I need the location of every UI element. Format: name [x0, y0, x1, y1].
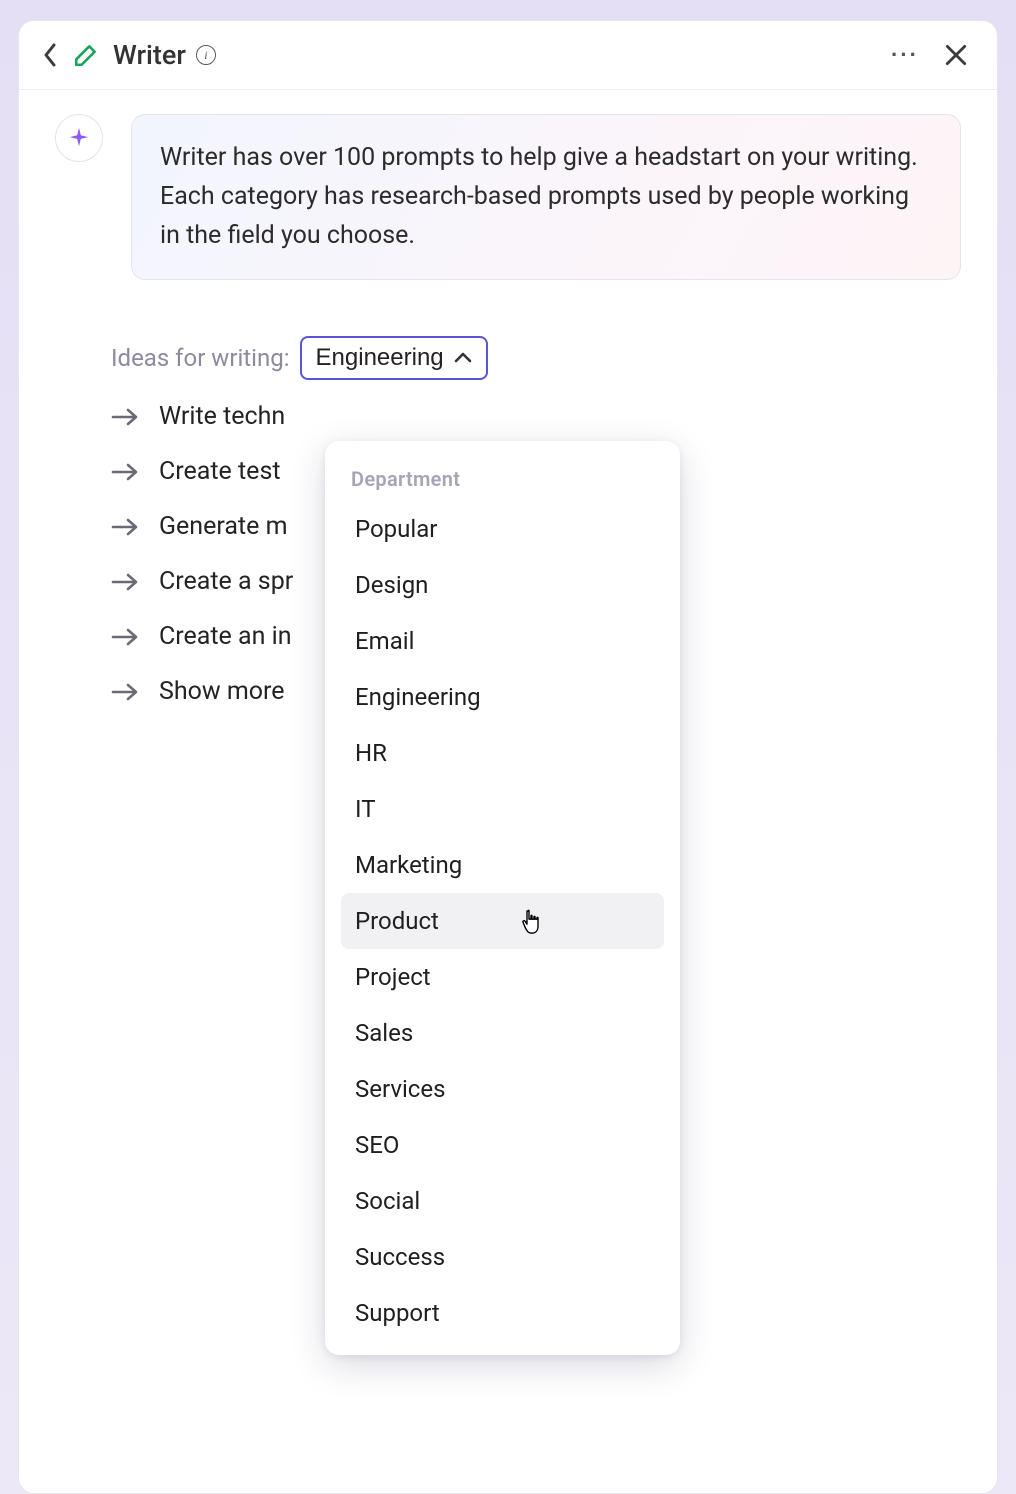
suggestion-label: Write techn	[159, 402, 285, 431]
menu-item-label: Success	[355, 1243, 445, 1271]
menu-item-label: Popular	[355, 515, 437, 543]
arrow-right-icon	[111, 517, 139, 537]
sparkle-icon	[68, 127, 90, 149]
arrow-right-icon	[111, 572, 139, 592]
menu-item-label: Sales	[355, 1019, 413, 1047]
arrow-right-icon	[111, 407, 139, 427]
menu-item-it[interactable]: IT	[341, 781, 664, 837]
ideas-row: Ideas for writing: Engineering	[111, 336, 961, 380]
info-icon[interactable]: i	[196, 45, 216, 65]
arrow-right-icon	[111, 462, 139, 482]
menu-item-label: Design	[355, 571, 428, 599]
suggestion-label: Create an in	[159, 622, 292, 651]
arrow-right-icon	[111, 627, 139, 647]
menu-item-label: Marketing	[355, 851, 462, 879]
suggestion-label: Create test	[159, 457, 281, 486]
suggestion-label: Generate m	[159, 512, 288, 541]
arrow-right-icon	[111, 682, 139, 702]
menu-item-services[interactable]: Services	[341, 1061, 664, 1117]
department-menu: Department Popular Design Email Engineering…	[325, 441, 680, 1355]
menu-item-support[interactable]: Support	[341, 1285, 664, 1341]
menu-item-hr[interactable]: HR	[341, 725, 664, 781]
category-dropdown[interactable]: Engineering	[300, 336, 488, 380]
back-button[interactable]	[41, 41, 59, 69]
header-left: Writer i	[41, 39, 216, 71]
menu-item-product[interactable]: Product	[341, 893, 664, 949]
menu-item-label: Project	[355, 963, 431, 991]
intro-row: Writer has over 100 prompts to help give…	[55, 114, 961, 280]
ai-avatar	[55, 114, 103, 162]
suggestion-label: Create a spr	[159, 567, 293, 596]
writer-panel: Writer i ··· Writer has over 100 prompts…	[18, 20, 998, 1494]
menu-item-marketing[interactable]: Marketing	[341, 837, 664, 893]
menu-item-label: IT	[355, 795, 376, 823]
menu-item-label: Engineering	[355, 683, 481, 711]
menu-item-popular[interactable]: Popular	[341, 501, 664, 557]
menu-item-label: Social	[355, 1187, 420, 1215]
edit-button[interactable]	[73, 42, 99, 68]
panel-title: Writer	[113, 39, 186, 71]
menu-item-label: SEO	[355, 1131, 399, 1159]
intro-card: Writer has over 100 prompts to help give…	[131, 114, 961, 280]
intro-text: Writer has over 100 prompts to help give…	[160, 143, 918, 250]
pencil-icon	[73, 42, 99, 68]
menu-item-label: Support	[355, 1299, 440, 1327]
menu-item-success[interactable]: Success	[341, 1229, 664, 1285]
suggestion-item[interactable]: Write techn	[111, 402, 961, 431]
menu-item-seo[interactable]: SEO	[341, 1117, 664, 1173]
chevron-up-icon	[454, 351, 472, 365]
close-button[interactable]	[943, 42, 969, 68]
menu-section-label: Department	[341, 461, 664, 501]
menu-item-social[interactable]: Social	[341, 1173, 664, 1229]
chevron-left-icon	[41, 41, 59, 69]
menu-item-label: Product	[355, 907, 439, 935]
menu-item-label: Services	[355, 1075, 445, 1103]
menu-item-label: HR	[355, 739, 387, 767]
close-icon	[943, 42, 969, 68]
panel-title-wrap: Writer i	[113, 39, 216, 71]
more-options-button[interactable]: ···	[891, 42, 919, 68]
menu-item-sales[interactable]: Sales	[341, 1005, 664, 1061]
menu-item-project[interactable]: Project	[341, 949, 664, 1005]
menu-item-design[interactable]: Design	[341, 557, 664, 613]
pointer-cursor-icon	[520, 908, 544, 936]
category-selected: Engineering	[316, 344, 444, 372]
menu-item-email[interactable]: Email	[341, 613, 664, 669]
ellipsis-icon: ···	[891, 42, 919, 68]
panel-header: Writer i ···	[19, 21, 997, 90]
suggestion-label: Show more	[159, 677, 285, 706]
menu-item-engineering[interactable]: Engineering	[341, 669, 664, 725]
header-right: ···	[891, 42, 969, 68]
menu-item-label: Email	[355, 627, 414, 655]
ideas-label: Ideas for writing:	[111, 344, 290, 372]
